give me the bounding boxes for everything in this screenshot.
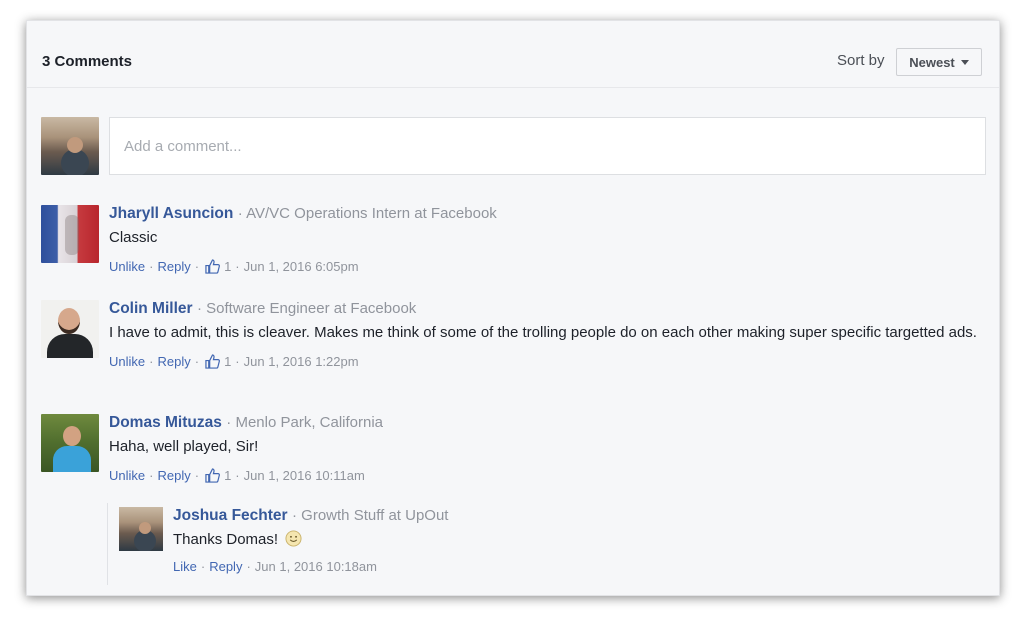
avatar[interactable] <box>41 205 99 263</box>
comment-actions: Unlike · Reply · 1 · Jun 1, 2016 1:22pm <box>109 354 359 369</box>
unlike-link[interactable]: Unlike <box>109 259 145 274</box>
comment-text: I have to admit, this is cleaver. Makes … <box>109 324 977 341</box>
comment-actions: Unlike · Reply · 1 · Jun 1, 2016 10:11am <box>109 468 365 483</box>
comment-author[interactable]: Colin Miller <box>109 300 193 317</box>
like-count: 1 <box>224 259 232 274</box>
comment: Colin Miller · Software Engineer at Face… <box>109 300 984 369</box>
comments-header: 3 Comments Sort by Newest <box>27 21 999 88</box>
unlike-link[interactable]: Unlike <box>109 468 145 483</box>
avatar[interactable] <box>119 507 163 551</box>
comment-author[interactable]: Domas Mituzas <box>109 414 222 431</box>
avatar[interactable] <box>41 300 99 358</box>
comment-text: Classic <box>109 229 158 246</box>
comment-actions: Like · Reply · Jun 1, 2016 10:18am <box>173 559 377 574</box>
sort-label: Sort by <box>837 52 885 69</box>
comment-author-meta: · AV/VC Operations Intern at Facebook <box>237 205 497 222</box>
comments-panel: 3 Comments Sort by Newest Jharyll Asunci… <box>26 20 1000 596</box>
comment-input[interactable] <box>109 117 986 175</box>
current-user-avatar <box>41 117 99 175</box>
comment-author[interactable]: Jharyll Asuncion <box>109 205 233 222</box>
comment-timestamp[interactable]: Jun 1, 2016 10:11am <box>244 468 365 483</box>
thumbs-up-icon[interactable] <box>205 259 220 274</box>
comment-timestamp[interactable]: Jun 1, 2016 10:18am <box>255 559 377 574</box>
comment-text-row: Thanks Domas! <box>173 529 963 551</box>
avatar[interactable] <box>41 414 99 472</box>
sort-value: Newest <box>909 54 955 70</box>
comment-text: Haha, well played, Sir! <box>109 438 259 455</box>
comment-text: Thanks Domas! <box>173 531 279 548</box>
reply-link[interactable]: Reply <box>157 259 190 274</box>
comment-author-meta: · Growth Stuff at UpOut <box>292 507 449 524</box>
comment-author-meta: · Software Engineer at Facebook <box>197 300 417 317</box>
comment-author[interactable]: Joshua Fechter <box>173 507 288 524</box>
comment-author-meta: · Menlo Park, California <box>226 414 384 431</box>
like-count: 1 <box>224 468 232 483</box>
like-link[interactable]: Like <box>173 559 197 574</box>
reply-thread-line <box>107 503 108 585</box>
reply-link[interactable]: Reply <box>209 559 242 574</box>
comment-timestamp[interactable]: Jun 1, 2016 6:05pm <box>244 259 359 274</box>
reply-link[interactable]: Reply <box>157 354 190 369</box>
thumbs-up-icon[interactable] <box>205 354 220 369</box>
comment: Jharyll Asuncion · AV/VC Operations Inte… <box>109 205 979 274</box>
comment: Domas Mituzas · Menlo Park, California H… <box>109 414 979 483</box>
smiley-icon <box>285 530 302 547</box>
like-count: 1 <box>224 354 232 369</box>
sort-dropdown[interactable]: Newest <box>896 48 982 76</box>
reply-comment: Joshua Fechter · Growth Stuff at UpOut T… <box>173 507 963 574</box>
comment-count: 3 Comments <box>42 53 133 70</box>
comment-timestamp[interactable]: Jun 1, 2016 1:22pm <box>244 354 359 369</box>
thumbs-up-icon[interactable] <box>205 468 220 483</box>
comment-actions: Unlike · Reply · 1 · Jun 1, 2016 6:05pm <box>109 259 359 274</box>
caret-down-icon <box>960 59 969 65</box>
reply-link[interactable]: Reply <box>157 468 190 483</box>
unlike-link[interactable]: Unlike <box>109 354 145 369</box>
